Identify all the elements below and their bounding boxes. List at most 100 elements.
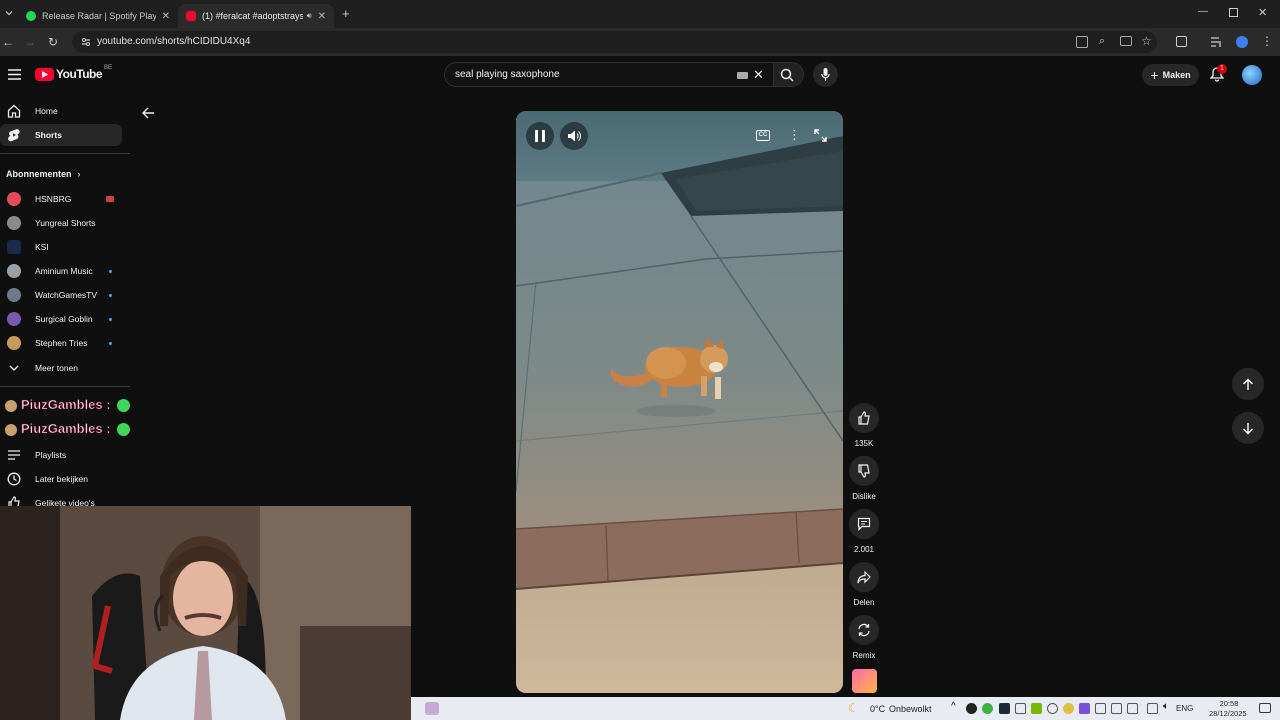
tray-app-icon[interactable] [1047,703,1058,714]
guide-menu-icon[interactable] [8,69,21,80]
back-icon[interactable]: ← [2,35,16,49]
taskbar-app-icon[interactable] [425,702,439,715]
zoom-icon[interactable]: ⌕ [1099,35,1105,48]
address-bar[interactable]: youtube.com/shorts/hCIDIDU4Xq4 ⌕ ☆ [72,31,1157,53]
search-input[interactable]: seal playing saxophone ✕ [444,62,774,87]
subscription-ksi[interactable]: KSI [0,236,122,258]
notifications-button[interactable]: 1 [1210,64,1227,82]
shorts-icon [8,129,20,142]
sidebar-item-playlists[interactable]: Playlists [0,444,122,466]
video-controls-right: CC ⋮ [750,122,843,150]
minimize-icon[interactable]: — [1198,6,1208,17]
tray-chevron-up-icon[interactable]: ^ [951,701,956,712]
tab-youtube[interactable]: (1) #feralcat #adoptstrays # 🔊︎ ✕ [178,4,334,28]
captions-icon[interactable]: CC [756,130,770,141]
channel-avatar [7,216,21,230]
clear-search-icon[interactable]: ✕ [753,67,764,83]
search-button[interactable] [774,62,804,87]
subscription-yungreal-shorts[interactable]: Yungreal Shorts [0,212,122,234]
close-tab-icon[interactable]: ✕ [318,11,326,22]
new-tab-icon[interactable]: + [342,6,350,21]
next-short-button[interactable] [1232,412,1264,444]
tray-app-icon[interactable] [1095,703,1106,714]
show-more-button[interactable]: Meer tonen [0,357,122,379]
tray-app-icon[interactable] [1063,703,1074,714]
spotify-icon [26,11,36,21]
translate-icon[interactable] [1076,36,1088,48]
keyboard-icon[interactable] [737,72,748,79]
shorts-video-player[interactable]: CC ⋮ [516,111,843,693]
weather-text: Onbewolkt [889,704,932,714]
plus-icon: + [1150,67,1159,83]
subscription-watchgamestv[interactable]: WatchGamesTV [0,284,122,306]
video-frame [516,111,843,693]
pause-button[interactable] [526,122,554,150]
thumbs-up-icon [858,411,870,425]
media-control-icon[interactable] [1210,36,1223,48]
previous-short-button[interactable] [1232,368,1264,400]
region-code: BE [104,65,113,71]
network-icon[interactable] [1147,703,1158,714]
sidebar-item-home[interactable]: Home [0,100,122,122]
clock-time[interactable]: 20:58 [1211,699,1247,708]
account-avatar[interactable] [1242,65,1262,85]
subscriptions-heading[interactable]: Abonnementen › [6,169,81,179]
tab-search-icon[interactable] [4,8,14,18]
sidebar-divider [0,386,130,387]
restore-icon[interactable] [1229,8,1238,17]
sidebar-item-shorts[interactable]: Shorts [0,124,122,146]
search-query: seal playing saxophone [455,69,560,80]
bookmark-star-icon[interactable]: ☆ [1141,34,1152,48]
dislike-button[interactable]: Dislike [849,456,879,501]
comments-button[interactable]: 2.001 [849,509,879,554]
copilot-icon[interactable] [1236,36,1248,48]
remix-button[interactable]: Remix [849,615,879,660]
thumbs-down-icon [858,464,870,478]
language-indicator[interactable]: ENG [1176,704,1193,713]
close-window-icon[interactable]: ✕ [1258,6,1267,19]
tray-app-icon[interactable] [966,703,977,714]
voice-search-button[interactable] [813,62,838,87]
subscription-stephen-tries[interactable]: Stephen Tries [0,332,122,354]
create-button[interactable]: + Maken [1142,64,1199,86]
tab-spotify[interactable]: Release Radar | Spotify Playlist ✕ [18,4,178,28]
notification-center-icon[interactable] [1259,703,1271,713]
more-options-icon[interactable]: ⋮ [788,127,801,143]
subscription-surgical-goblin[interactable]: Surgical Goblin [0,308,122,330]
youtube-logo[interactable]: YouTube BE [35,65,113,81]
reload-icon[interactable]: ↻ [48,35,62,49]
site-info-icon[interactable] [81,37,91,47]
tray-app-icon[interactable] [1079,703,1090,714]
chat-avatar [5,424,17,436]
moon-icon: ☾ [848,701,859,715]
steam-icon[interactable] [999,703,1010,714]
tray-app-icon[interactable] [1127,703,1138,714]
subscription-aminium-music[interactable]: Aminium Music [0,260,122,282]
fullscreen-icon[interactable] [814,129,827,142]
share-button[interactable]: Delen [849,562,879,607]
sidebar-item-watch-later[interactable]: Later bekijken [0,468,122,490]
new-content-dot [109,342,112,345]
subscription-label: KSI [35,242,49,252]
tray-app-icon[interactable] [982,703,993,714]
install-app-icon[interactable] [1120,36,1132,46]
tray-app-icon[interactable] [1111,703,1122,714]
sound-thumbnail[interactable] [852,669,877,693]
close-tab-icon[interactable]: ✕ [162,11,170,22]
browser-tab-bar: Release Radar | Spotify Playlist ✕ (1) #… [0,0,1280,28]
tray-app-icon[interactable] [1015,703,1026,714]
forward-icon[interactable]: → [24,35,38,49]
speaker-icon[interactable]: 🔈︎ [1163,701,1169,712]
nvidia-icon[interactable] [1031,703,1042,714]
subscription-hsnbrg[interactable]: HSNBRG [0,188,122,210]
volume-button[interactable] [560,122,588,150]
like-button[interactable]: 135K [849,403,879,448]
clock-date[interactable]: 28/12/2025 [1209,709,1247,718]
audio-playing-icon[interactable]: 🔊︎ [307,11,312,21]
extensions-icon[interactable] [1176,36,1187,47]
subscription-label: HSNBRG [35,194,72,204]
sidebar-item-liked-videos[interactable]: Gelikete video's [0,492,122,506]
more-menu-icon[interactable]: ⋮ [1261,34,1273,48]
sidebar-item-label: Home [35,106,58,116]
collapse-arrow-icon[interactable] [142,107,155,119]
